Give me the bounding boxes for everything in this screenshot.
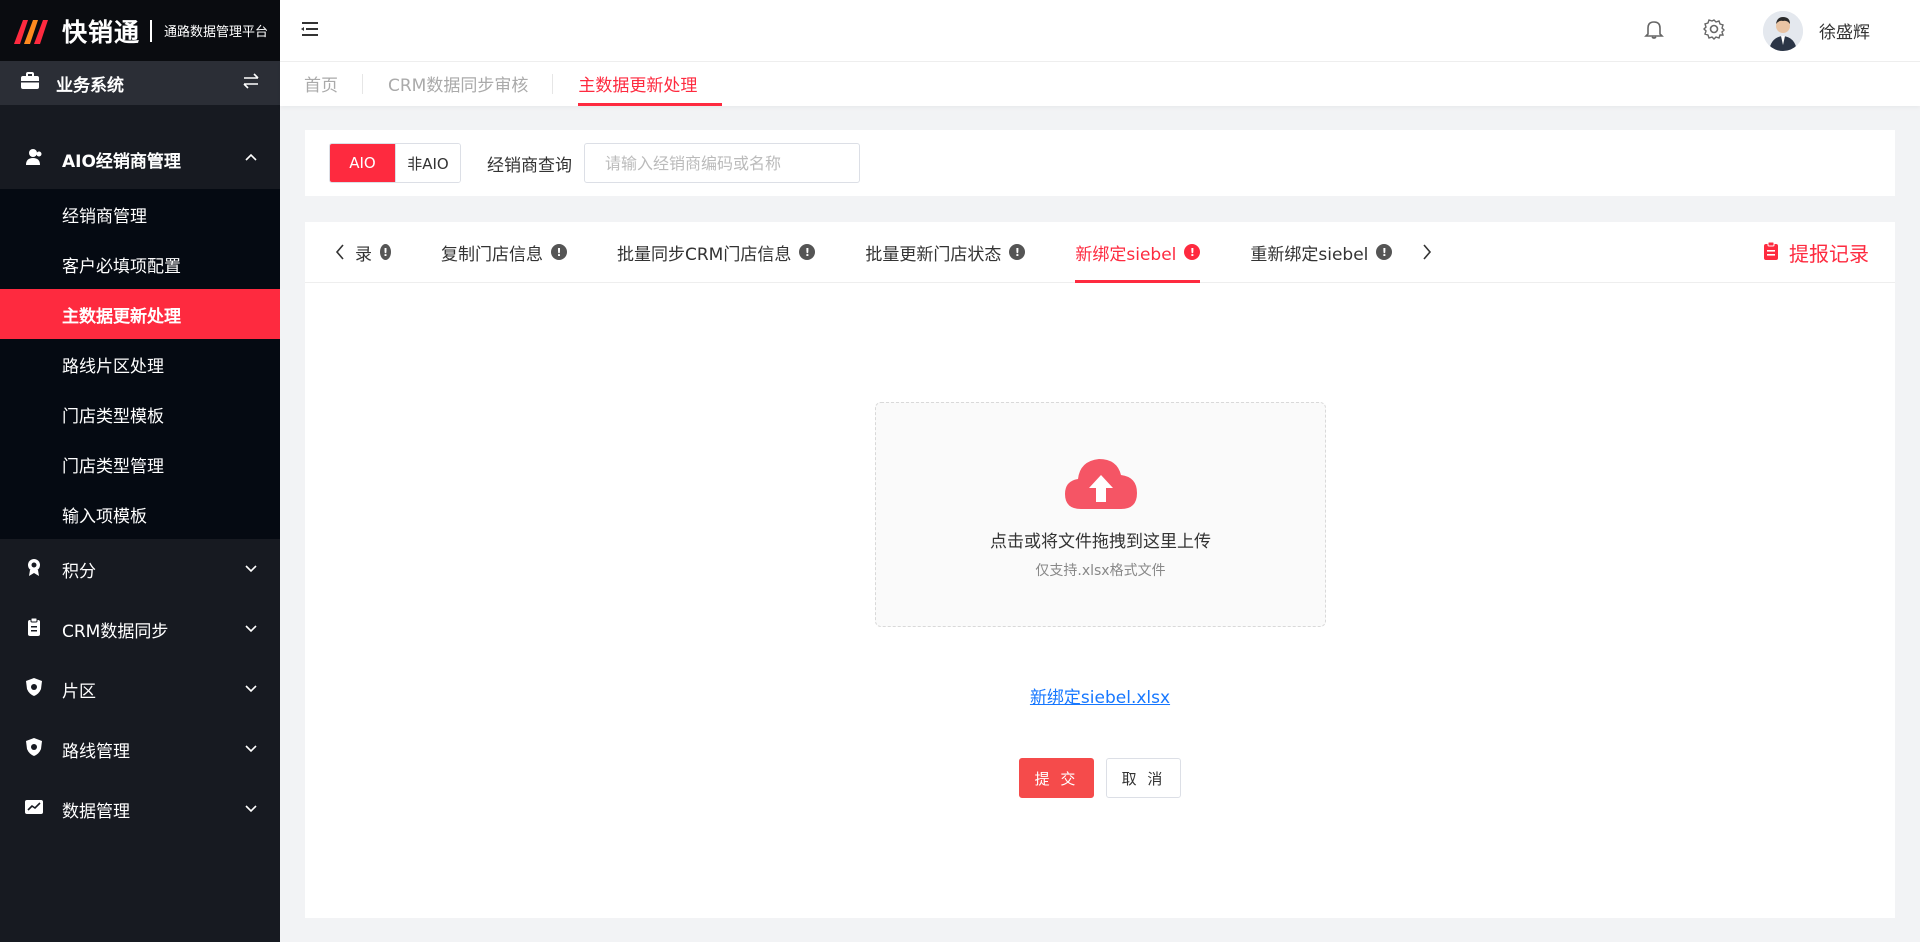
tab-copy-store[interactable]: 复制门店信息!: [441, 222, 567, 283]
operation-tabs: 录! 复制门店信息! 批量同步CRM门店信息! 批量更新门店状态! 新绑定sie…: [305, 222, 1895, 283]
warning-icon: !: [1184, 244, 1201, 260]
tab-new-bind-siebel[interactable]: 新绑定siebel!: [1075, 222, 1201, 283]
menu-head-label: 数据管理: [62, 801, 130, 822]
cancel-button[interactable]: 取 消: [1106, 758, 1181, 798]
menu-head-route[interactable]: 路线管理: [0, 719, 280, 779]
brand-divider: [150, 19, 153, 42]
chevron-down-icon: [244, 560, 258, 579]
tab-label: 新绑定siebel: [1075, 244, 1177, 265]
brand-subtitle: 通路数据管理平台: [164, 25, 269, 40]
menu-group-aio: AIO经销商管理 经销商管理 客户必填项配置 主数据更新处理 路线片区处理 门店…: [0, 129, 280, 539]
shield-icon: [24, 737, 44, 761]
filter-panel: AIO 非AIO 经销商查询: [305, 130, 1895, 196]
menu-head-label: CRM数据同步: [62, 621, 169, 642]
sidebar-item-input-template[interactable]: 输入项模板: [0, 489, 280, 539]
upload-title: 点击或将文件拖拽到这里上传: [990, 532, 1211, 552]
warning-icon: !: [380, 244, 391, 260]
system-switch-label: 业务系统: [56, 75, 124, 96]
username[interactable]: 徐盛辉: [1819, 18, 1870, 43]
sidebar-item-dealer-manage[interactable]: 经销商管理: [0, 189, 280, 239]
main-card: 录! 复制门店信息! 批量同步CRM门店信息! 批量更新门店状态! 新绑定sie…: [305, 222, 1895, 918]
clipboard-icon: [1763, 241, 1779, 265]
dealer-search-input[interactable]: [584, 143, 860, 183]
submenu-aio: 经销商管理 客户必填项配置 主数据更新处理 路线片区处理 门店类型模板 门店类型…: [0, 189, 280, 539]
menu-head-aio[interactable]: AIO经销商管理: [0, 129, 280, 189]
warning-icon: !: [799, 244, 816, 260]
active-indicator: [578, 103, 723, 106]
report-record-link[interactable]: 提报记录: [1763, 222, 1869, 283]
breadcrumb: 首页 CRM数据同步审核 主数据更新处理: [280, 62, 1920, 106]
breadcrumb-crm-review[interactable]: CRM数据同步审核: [363, 71, 554, 106]
warning-icon: !: [1376, 244, 1393, 260]
aio-segment: AIO 非AIO: [329, 143, 461, 183]
logo-bar: 快销通 通路数据管理平台: [0, 0, 280, 61]
chart-icon: [24, 797, 44, 821]
menu-head-label: AIO经销商管理: [62, 151, 181, 172]
tab-rebind-siebel[interactable]: 重新绑定siebel!: [1250, 222, 1393, 283]
dealer-query-label: 经销商查询: [487, 155, 572, 176]
medal-icon: [24, 557, 44, 581]
tab-clipped[interactable]: 录!: [355, 222, 391, 283]
upload-hint: 仅支持.xlsx格式文件: [1035, 563, 1166, 579]
tab-label: 重新绑定siebel: [1250, 244, 1369, 265]
chevron-down-icon: [244, 620, 258, 639]
menu-toggle-icon[interactable]: [300, 20, 320, 42]
breadcrumb-label: 主数据更新处理: [578, 76, 698, 96]
menu-collapsed-list: 积分 CRM数据同步 片区 路线管理 数据管理: [0, 539, 280, 839]
menu-head-label: 路线管理: [62, 741, 130, 762]
menu-head-area[interactable]: 片区: [0, 659, 280, 719]
chevron-down-icon: [244, 740, 258, 759]
segment-non-aio[interactable]: 非AIO: [395, 144, 460, 182]
sidebar-item-required-config[interactable]: 客户必填项配置: [0, 239, 280, 289]
tab-batch-sync-crm[interactable]: 批量同步CRM门店信息!: [617, 222, 816, 283]
cloud-upload-icon: [1063, 455, 1139, 515]
clipboard-icon: [24, 617, 44, 641]
header-actions: 徐盛辉: [1605, 10, 1870, 51]
menu-head-data[interactable]: 数据管理: [0, 779, 280, 839]
template-download: 新绑定siebel.xlsx: [305, 683, 1895, 708]
chevron-up-icon: [244, 150, 258, 169]
warning-icon: !: [1009, 244, 1026, 260]
switch-arrows-icon[interactable]: [242, 73, 260, 93]
warning-icon: !: [551, 244, 567, 260]
report-record-label: 提报记录: [1789, 242, 1869, 266]
submit-button[interactable]: 提 交: [1019, 758, 1094, 798]
bell-icon[interactable]: [1643, 18, 1665, 44]
tab-scroll-right-icon[interactable]: [1412, 243, 1442, 261]
user-group-icon: [24, 147, 44, 171]
tab-scroll-left-icon[interactable]: [325, 243, 355, 261]
chevron-down-icon: [244, 680, 258, 699]
sidebar-item-store-type-template[interactable]: 门店类型模板: [0, 389, 280, 439]
brand-logo-icon: [14, 18, 52, 44]
template-file-link[interactable]: 新绑定siebel.xlsx: [1030, 688, 1170, 708]
form-actions: 提 交 取 消: [305, 758, 1895, 798]
sidebar-item-route-area[interactable]: 路线片区处理: [0, 339, 280, 389]
breadcrumb-home[interactable]: 首页: [304, 71, 363, 106]
breadcrumb-master-data[interactable]: 主数据更新处理: [553, 71, 723, 106]
system-switch[interactable]: 业务系统: [0, 61, 280, 105]
sidebar: 快销通 通路数据管理平台 业务系统 AIO经销商管理 经销商管理 客户必填项配置…: [0, 0, 280, 942]
menu-head-points[interactable]: 积分: [0, 539, 280, 599]
chevron-down-icon: [244, 800, 258, 819]
tab-label: 批量更新门店状态: [865, 244, 1002, 265]
briefcase-icon: [20, 71, 40, 95]
brand-name: 快销通: [62, 17, 141, 47]
tab-label: 复制门店信息: [441, 244, 543, 265]
tab-label: 批量同步CRM门店信息: [617, 244, 792, 265]
sidebar-item-master-data[interactable]: 主数据更新处理: [0, 289, 280, 339]
top-header: 徐盛辉: [280, 0, 1920, 62]
sidebar-item-store-type-manage[interactable]: 门店类型管理: [0, 439, 280, 489]
tab-label: 录: [355, 244, 372, 265]
avatar[interactable]: [1763, 10, 1803, 51]
shield-icon: [24, 677, 44, 701]
upload-dropzone[interactable]: 点击或将文件拖拽到这里上传 仅支持.xlsx格式文件: [875, 402, 1326, 627]
menu-head-label: 积分: [62, 561, 96, 582]
segment-aio[interactable]: AIO: [330, 144, 395, 182]
gear-icon[interactable]: [1703, 18, 1725, 44]
tab-batch-update-status[interactable]: 批量更新门店状态!: [865, 222, 1026, 283]
menu-head-label: 片区: [62, 681, 96, 702]
menu-head-crm-sync[interactable]: CRM数据同步: [0, 599, 280, 659]
